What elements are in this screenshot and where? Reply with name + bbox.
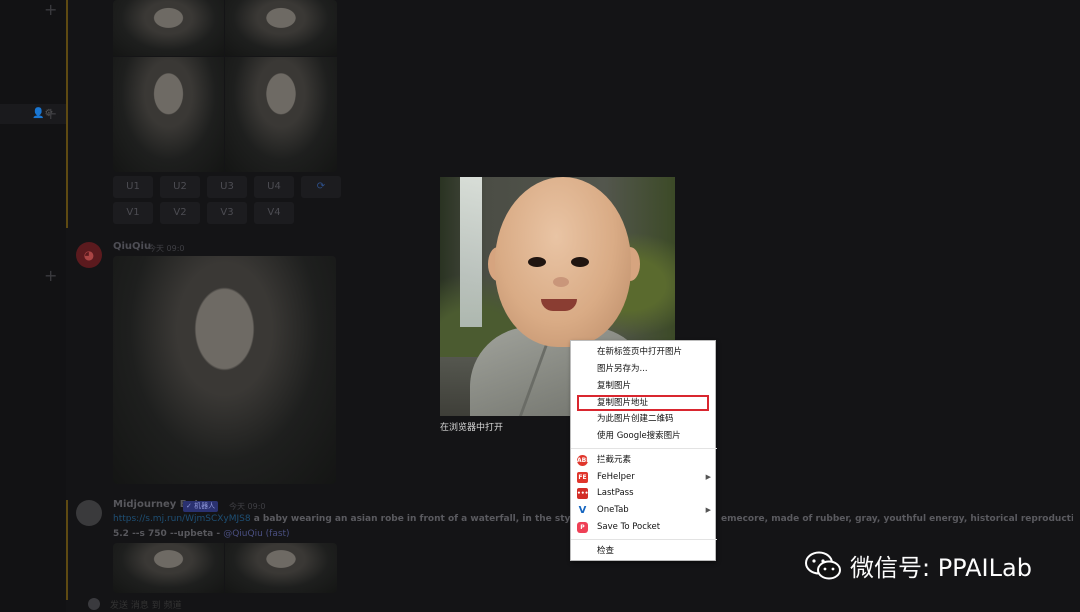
menu-lastpass[interactable]: ••• LastPass [571,485,717,501]
fehelper-icon: FE [577,472,588,483]
upscale-button-2[interactable]: U2 [160,176,200,198]
menu-label: LastPass [597,488,634,498]
prompt-params: 5.2 --s 750 --upbeta - @QiuQiu (fast) [113,529,290,539]
menu-separator [571,448,717,449]
upscale-button-4[interactable]: U4 [254,176,294,198]
open-in-browser-link[interactable]: 在浏览器中打开 [440,420,503,433]
variation-button-4[interactable]: V4 [254,202,294,224]
menu-open-image-new-tab[interactable]: 在新标签页中打开图片 [571,344,717,360]
watermark-text: 微信号: PPAILab [850,554,1032,582]
message-timestamp: 今天 09:0 [148,244,185,253]
uploaded-image[interactable] [113,256,336,484]
variation-button-1[interactable]: V1 [113,202,153,224]
menu-adblock-block-element[interactable]: ABP 拦截元素 [571,452,717,468]
prompt-link[interactable]: https://s.mj.run/WjmSCXyMJS8 [113,514,251,524]
variation-button-3[interactable]: V3 [207,202,247,224]
submenu-arrow-icon: ▶ [705,473,711,481]
menu-label: 拦截元素 [597,455,632,465]
mention-highlight-bar [66,500,68,600]
mention-highlight-bar [66,0,68,228]
variation-button-2[interactable]: V2 [160,202,200,224]
menu-create-qr-code[interactable]: 为此图片创建二维码 [571,411,717,427]
menu-fehelper[interactable]: FE FeHelper ▶ [571,469,717,485]
pocket-icon: P [577,522,588,533]
menu-search-google[interactable]: 使用 Google搜索图片 [571,428,717,444]
add-icon[interactable]: + [44,0,57,19]
user-avatar[interactable]: ◕ [76,242,102,268]
menu-save-image-as[interactable]: 图片另存为... [571,361,717,377]
menu-copy-image[interactable]: 复制图片 [571,378,717,394]
prompt-text-tail: emecore, made of rubber, gray, youthful … [721,514,1073,524]
lastpass-icon: ••• [577,488,589,499]
menu-label: FeHelper [597,472,635,482]
menu-save-to-pocket[interactable]: P Save To Pocket [571,519,717,535]
menu-label: Save To Pocket [597,522,661,532]
reroll-button[interactable]: ⟳ [301,176,341,198]
upscale-button-1[interactable]: U1 [113,176,153,198]
channel-sidebar [0,0,66,612]
user-mention[interactable]: @QiuQiu (fast) [223,529,289,539]
upscale-button-3[interactable]: U3 [207,176,247,198]
prompt-text: a baby wearing an asian robe in front of… [250,514,603,524]
menu-label: OneTab [597,505,629,515]
bot-timestamp: 今天 09:0 [229,502,266,511]
adblock-icon: ABP [577,455,591,466]
add-icon[interactable]: + [44,104,57,123]
onetab-icon: V [578,505,587,516]
submenu-arrow-icon: ▶ [705,506,711,514]
result-image-grid[interactable] [113,543,337,593]
menu-onetab[interactable]: V OneTab ▶ [571,502,717,518]
wechat-watermark: 微信号: PPAILab [804,548,1032,583]
message-username[interactable]: QiuQiu [113,241,151,252]
prompt-params-text: 5.2 --s 750 --upbeta - [113,529,224,539]
menu-inspect[interactable]: 检查 [571,543,717,559]
wechat-icon [805,551,841,579]
add-icon[interactable]: + [44,266,57,285]
generated-image-grid[interactable] [113,0,337,172]
bot-badge: ✓ 机器人 [183,501,219,512]
menu-separator [571,539,717,540]
menu-copy-image-address[interactable]: 复制图片地址 [577,395,709,411]
attach-icon[interactable] [88,598,100,610]
context-menu: 在新标签页中打开图片 图片另存为... 复制图片 复制图片地址 为此图片创建二维… [570,340,717,561]
message-input[interactable]: 发送 消息 到 频道 [110,598,182,611]
bot-avatar[interactable] [76,500,102,526]
